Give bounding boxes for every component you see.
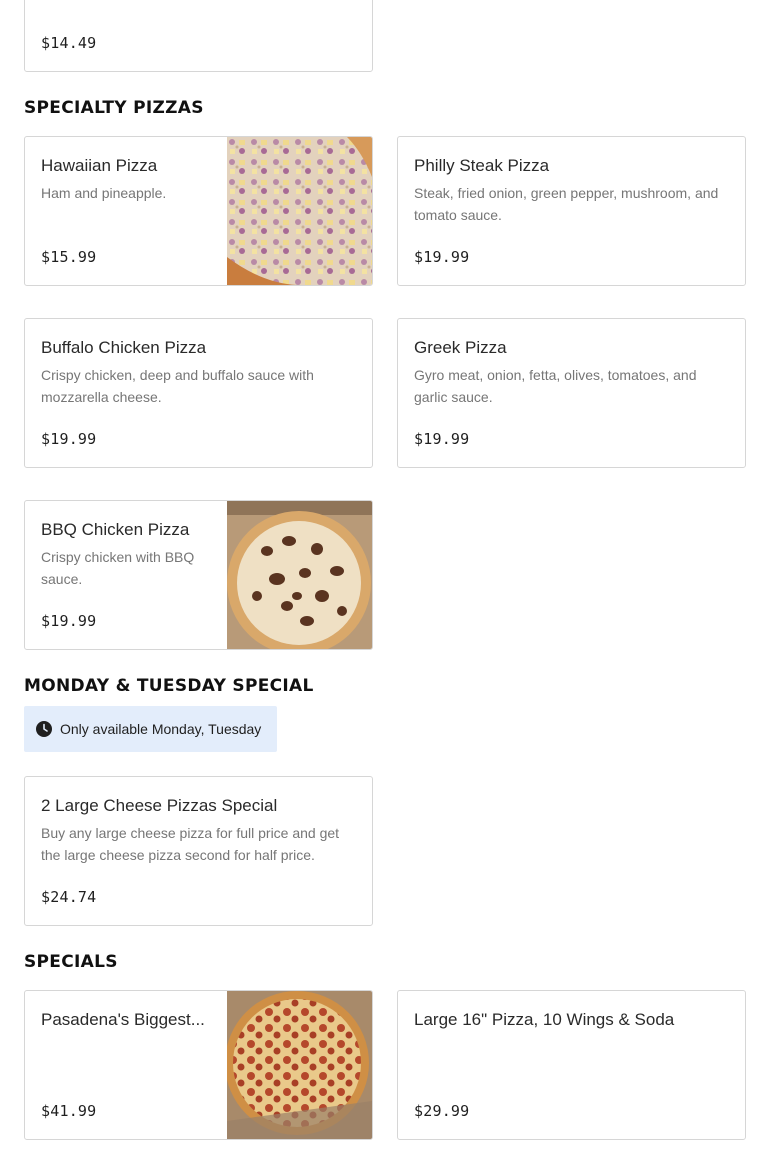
menu-item-bbq-chicken[interactable]: BBQ Chicken Pizza Crispy chicken with BB… [24, 500, 373, 650]
availability-notice: Only available Monday, Tuesday [24, 706, 277, 752]
item-name: Pasadena's Biggest... [41, 1010, 205, 1029]
item-description: Crispy chicken, deep and buffalo sauce w… [41, 367, 314, 405]
item-price: $24.74 [41, 888, 97, 906]
clock-icon [36, 721, 52, 737]
item-price: $15.99 [41, 248, 97, 266]
item-description: Gyro meat, onion, fetta, olives, tomatoe… [414, 367, 697, 405]
item-description: Ham and pineapple. [41, 185, 167, 201]
menu-item-large-16-combo[interactable]: Large 16" Pizza, 10 Wings & Soda $29.99 [397, 990, 746, 1140]
menu-item-two-large-cheese[interactable]: 2 Large Cheese Pizzas Special Buy any la… [24, 776, 373, 926]
menu-item-hawaiian[interactable]: Hawaiian Pizza Ham and pineapple. $15.99 [24, 136, 373, 286]
item-price: $19.99 [414, 430, 470, 448]
item-name: Greek Pizza [414, 338, 507, 357]
menu-item-buffalo-chicken[interactable]: Buffalo Chicken Pizza Crispy chicken, de… [24, 318, 373, 468]
menu-item-greek[interactable]: Greek Pizza Gyro meat, onion, fetta, oli… [397, 318, 746, 468]
availability-text: Only available Monday, Tuesday [60, 721, 262, 737]
item-description: Steak, fried onion, green pepper, mushro… [414, 185, 719, 223]
item-name: Buffalo Chicken Pizza [41, 338, 207, 357]
bbq-pizza-image [227, 501, 372, 649]
section-title-specials: SPECIALS [24, 952, 118, 972]
item-price: $19.99 [41, 430, 97, 448]
item-name: BBQ Chicken Pizza [41, 520, 190, 539]
item-price: $41.99 [41, 1102, 97, 1120]
section-title-specialty: SPECIALTY PIZZAS [24, 98, 204, 118]
item-price: $14.49 [41, 34, 97, 52]
item-description: Buy any large cheese pizza for full pric… [41, 825, 340, 863]
section-title-monday-tuesday: MONDAY & TUESDAY SPECIAL [24, 676, 314, 696]
item-price: $19.99 [414, 248, 470, 266]
hawaiian-pizza-image [227, 137, 372, 285]
item-name: Large 16" Pizza, 10 Wings & Soda [414, 1010, 675, 1029]
menu-item-card[interactable]: $14.49 [24, 0, 373, 72]
item-price: $29.99 [414, 1102, 470, 1120]
item-name: Philly Steak Pizza [414, 156, 550, 175]
item-name: Hawaiian Pizza [41, 156, 158, 175]
pepperoni-pizza-image [227, 991, 372, 1139]
item-description: Crispy chicken with BBQ sauce. [41, 549, 195, 587]
item-name: 2 Large Cheese Pizzas Special [41, 796, 278, 815]
menu-item-pasadenas-biggest[interactable]: Pasadena's Biggest... $41.99 [24, 990, 373, 1140]
item-price: $19.99 [41, 612, 97, 630]
menu-item-philly-steak[interactable]: Philly Steak Pizza Steak, fried onion, g… [397, 136, 746, 286]
